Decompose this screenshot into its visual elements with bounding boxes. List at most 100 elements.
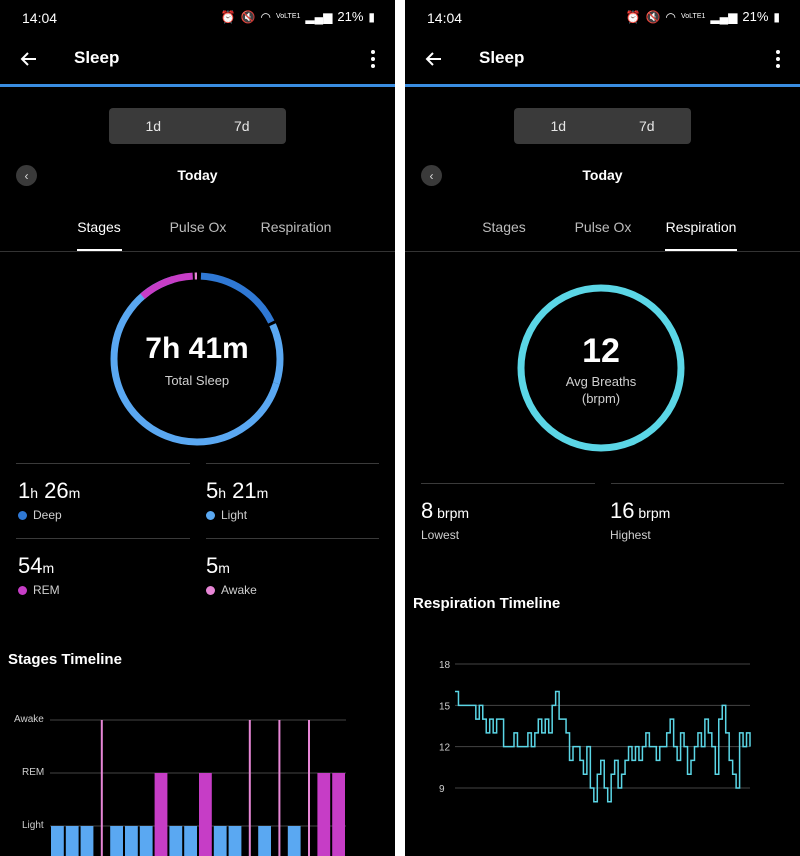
stat-light: 5h 21m Light [206,478,269,522]
tab-respiration[interactable]: Respiration [254,219,338,235]
stage-bar-light [184,826,197,856]
signal-icon: ▂▄▆ [305,9,333,24]
tab-bar: Stages Pulse Ox Respiration [405,214,800,252]
stat-highest: 16 brpm Highest [610,498,671,542]
sleep-stages-screen: 14:04 ⏰ 🔇 ◠ VoLTE1 ▂▄▆ 21% ▮ Sleep 1d 7d… [0,0,395,856]
stage-bar-light [110,826,123,856]
total-sleep-ring: 7h 41m Total Sleep [106,268,288,450]
page-title: Sleep [479,48,525,67]
status-time: 14:04 [22,10,58,26]
alarm-icon: ⏰ [625,9,641,24]
deep-legend-dot [18,510,27,520]
page-title: Sleep [74,48,120,67]
stage-bar-light [125,826,138,856]
status-bar: 14:04 ⏰ 🔇 ◠ VoLTE1 ▂▄▆ 21% ▮ [0,0,395,36]
segment-7d[interactable]: 7d [603,108,692,144]
stage-bar-awake [308,720,310,856]
volte-icon: VoLTE1 [276,13,301,20]
kebab-icon [776,50,780,54]
awake-legend-dot [206,585,215,595]
app-bar: Sleep [0,36,395,86]
status-icons: ⏰ 🔇 ◠ VoLTE1 ▂▄▆ 21% ▮ [221,9,375,24]
status-icons: ⏰ 🔇 ◠ VoLTE1 ▂▄▆ 21% ▮ [626,9,780,24]
header-divider [0,84,395,87]
y-tick-label: 18 [439,660,451,671]
period-selector: 1d 7d [514,108,691,144]
tab-respiration[interactable]: Respiration [659,219,743,235]
stages-timeline-title: Stages Timeline [8,651,122,668]
date-label: Today [582,167,623,183]
stage-bar-rem [154,773,168,856]
stage-bar-light [213,826,227,856]
stage-bar-awake [248,720,251,856]
avg-breaths-value: 12 [582,332,620,370]
divider [16,463,190,464]
avg-breaths-unit: (brpm) [581,391,621,406]
back-button[interactable] [419,44,449,74]
battery-icon: ▮ [368,9,375,24]
avg-breaths-label: Avg Breaths [565,374,637,389]
tab-stages[interactable]: Stages [66,219,132,235]
stage-bar-light [169,826,183,856]
stage-bar-rem [199,773,212,856]
total-sleep-label: Total Sleep [164,373,230,388]
tab-stages[interactable]: Stages [471,219,537,235]
y-tick-label: 9 [439,784,445,795]
arrow-left-icon [20,52,36,66]
battery-percent: 21% [742,9,769,24]
stage-bar-light [65,826,79,856]
stat-lowest: 8 brpm Lowest [421,498,470,542]
alarm-icon: ⏰ [220,9,236,24]
avg-breaths-ring: 12 Avg Breaths (brpm) [513,280,689,456]
more-options-button[interactable] [770,44,786,74]
active-tab-indicator [665,249,737,251]
stage-bar-awake [100,720,103,856]
light-legend-dot [206,510,215,520]
stat-deep: 1h 26m Deep [18,478,81,522]
tab-bar: Stages Pulse Ox Respiration [0,214,395,252]
divider [611,483,784,484]
battery-percent: 21% [337,9,364,24]
divider [16,538,190,539]
date-navigator: ‹ Today [405,163,800,187]
period-selector: 1d 7d [109,108,286,144]
sleep-respiration-screen: 14:04 ⏰ 🔇 ◠ VoLTE1 ▂▄▆ 21% ▮ Sleep 1d 7d… [405,0,800,856]
more-options-button[interactable] [365,44,381,74]
status-bar: 14:04 ⏰ 🔇 ◠ VoLTE1 ▂▄▆ 21% ▮ [405,0,800,36]
tab-pulse-ox[interactable]: Pulse Ox [565,219,641,235]
wifi-icon: ◠ [260,9,271,24]
status-time: 14:04 [427,10,463,26]
segment-1d[interactable]: 1d [109,108,198,144]
active-tab-indicator [77,249,122,251]
date-navigator: ‹ Today [0,163,395,187]
back-button[interactable] [14,44,44,74]
segment-7d[interactable]: 7d [198,108,287,144]
stage-bar-light [139,826,153,856]
mute-icon: 🔇 [645,9,661,24]
battery-icon: ▮ [773,9,780,24]
stat-awake: 5m Awake [206,553,257,597]
stage-bar-rem [332,773,345,856]
divider [421,483,595,484]
mute-icon: 🔇 [240,9,256,24]
stage-bar-light [258,826,271,856]
app-bar: Sleep [405,36,800,86]
tab-pulse-ox[interactable]: Pulse Ox [160,219,236,235]
kebab-icon [371,50,375,54]
signal-icon: ▂▄▆ [710,9,738,24]
stage-bar-light [228,826,242,856]
stages-timeline-chart [50,719,346,856]
divider [206,463,379,464]
divider [206,538,379,539]
segment-1d[interactable]: 1d [514,108,603,144]
stage-bar-awake [278,720,281,856]
respiration-timeline-chart: 18 15 12 9 [439,660,751,803]
total-sleep-value: 7h 41m [145,332,249,365]
y-tick-label: 15 [439,701,451,712]
rem-legend-dot [18,585,27,595]
stage-bar-light [51,826,64,856]
arrow-left-icon [425,52,441,66]
stage-bar-light [287,826,301,856]
stat-rem: 54m REM [18,553,60,597]
respiration-timeline-title: Respiration Timeline [413,595,561,612]
